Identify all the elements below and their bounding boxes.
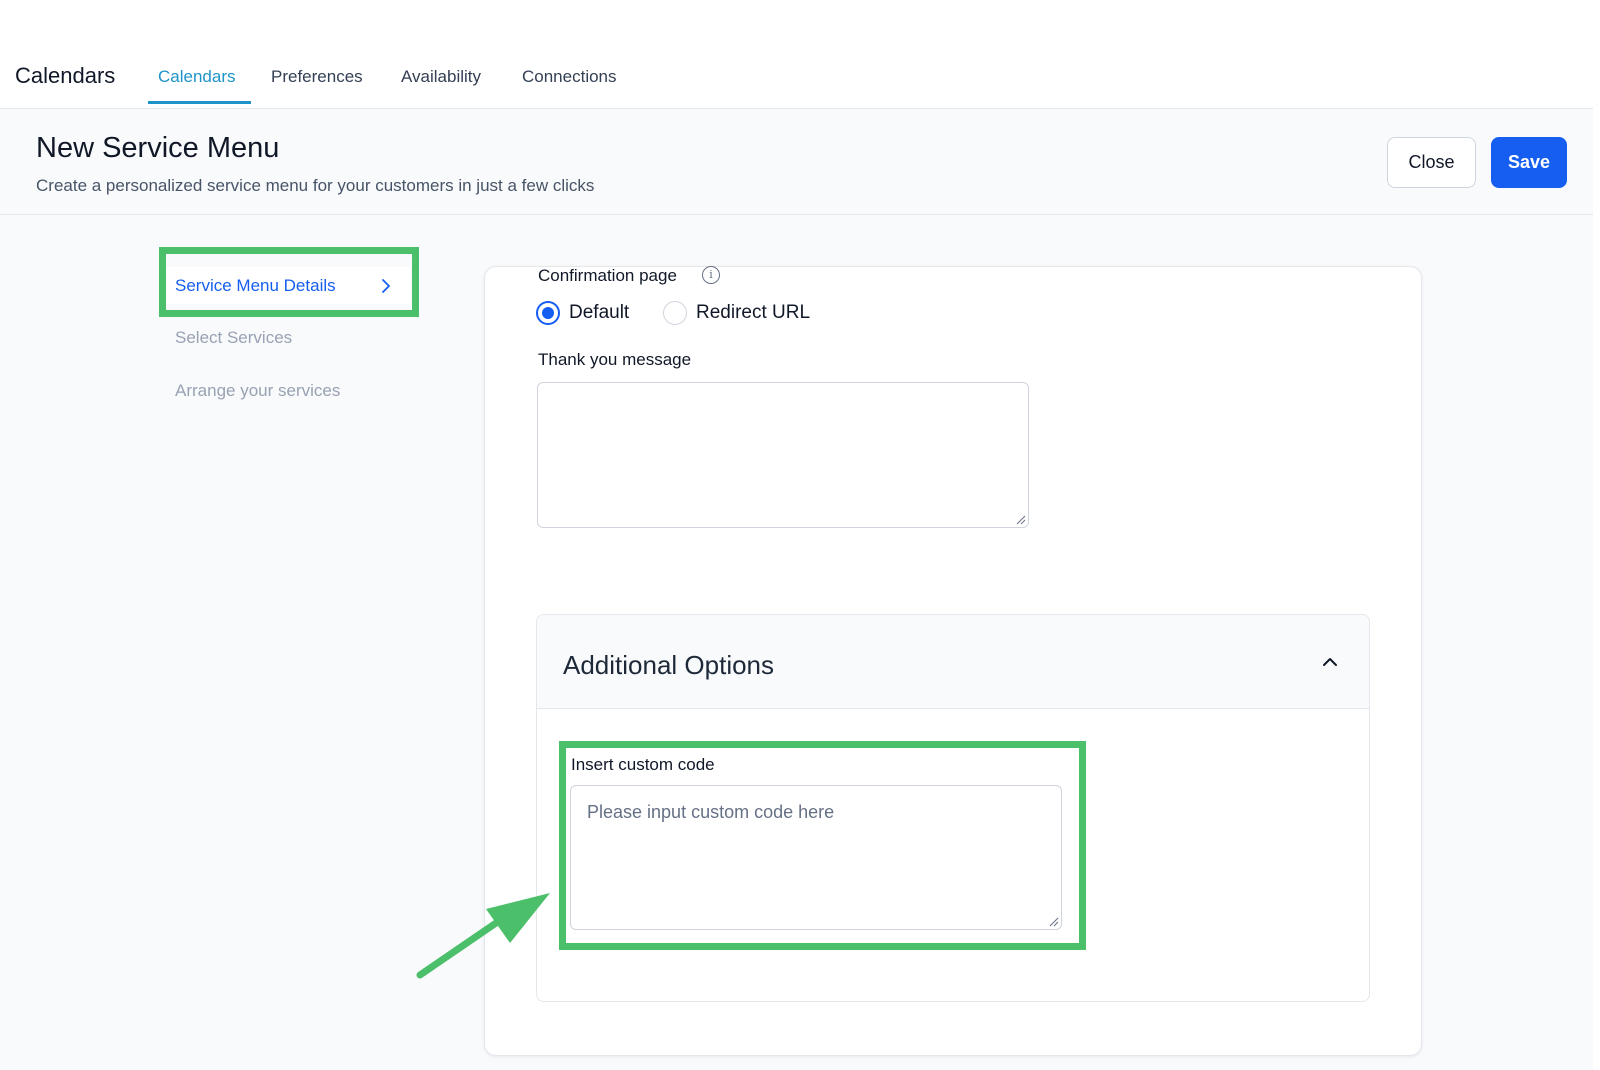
step-select-services[interactable]: Select Services <box>163 319 410 356</box>
thank-you-message-label: Thank you message <box>538 350 692 369</box>
tab-calendars[interactable]: Calendars <box>158 67 236 87</box>
top-navigation: Calendars Calendars Preferences Availabi… <box>0 0 1593 109</box>
step-label: Arrange your services <box>175 380 341 400</box>
page-subtitle: Create a personalized service menu for y… <box>36 176 595 195</box>
tab-preferences[interactable]: Preferences <box>271 67 363 87</box>
chevron-up-icon[interactable] <box>1321 653 1339 671</box>
page-header: New Service Menu Create a personalized s… <box>0 110 1593 215</box>
window-edge <box>1593 0 1600 1070</box>
radio-redirect-url-label[interactable]: Redirect URL <box>696 302 810 324</box>
annotation-highlight-box <box>159 247 419 317</box>
radio-default[interactable] <box>536 301 560 325</box>
app-title: Calendars <box>15 63 116 88</box>
info-icon[interactable]: i <box>702 266 720 284</box>
tab-availability[interactable]: Availability <box>401 67 481 87</box>
close-button[interactable]: Close <box>1387 137 1476 188</box>
step-arrange-services[interactable]: Arrange your services <box>163 372 410 409</box>
accordion-title: Additional Options <box>563 650 775 680</box>
save-button[interactable]: Save <box>1491 137 1567 188</box>
confirmation-page-label: Confirmation page <box>538 266 677 285</box>
radio-default-label[interactable]: Default <box>569 302 629 324</box>
page-title: New Service Menu <box>36 132 280 164</box>
radio-redirect-url[interactable] <box>663 301 687 325</box>
accordion-header[interactable]: Additional Options <box>537 615 1369 709</box>
tab-connections[interactable]: Connections <box>522 67 617 87</box>
arrow-icon <box>416 893 550 979</box>
annotation-highlight-box <box>559 741 1086 950</box>
step-label: Select Services <box>175 327 293 347</box>
active-tab-indicator <box>148 101 251 104</box>
thank-you-message-input[interactable] <box>537 382 1029 528</box>
